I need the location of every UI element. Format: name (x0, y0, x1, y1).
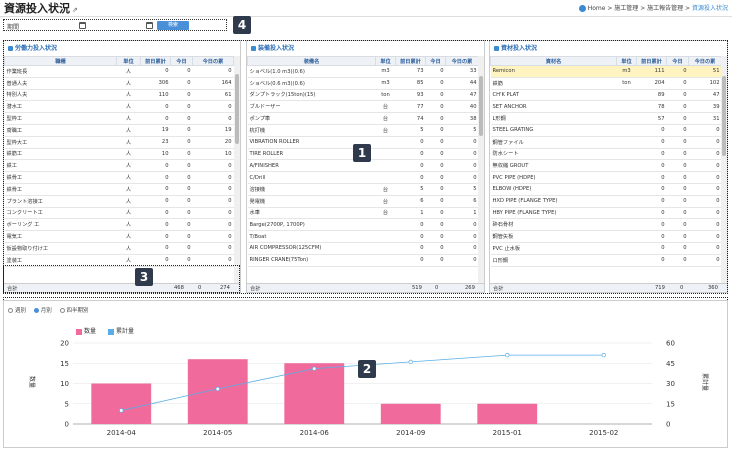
radio-quarterly[interactable]: 四半期別 (59, 306, 89, 314)
total-highlight (3, 265, 240, 293)
end-date-calendar-icon[interactable] (146, 22, 153, 29)
external-link-icon[interactable]: ⇗ (72, 6, 78, 14)
header-divider (0, 16, 732, 17)
radio-quarterly-label: 四半期別 (66, 308, 89, 314)
page-title: 資源投入状況 ⇗ (4, 0, 78, 16)
radio-dot[interactable] (59, 308, 65, 313)
breadcrumb-construction[interactable]: 施工管理 (614, 5, 638, 12)
tables-highlight (3, 40, 728, 294)
radio-weekly-label: 週別 (15, 308, 27, 314)
legend-cum[interactable]: 累計量 (116, 328, 134, 335)
badge-4: 4 (233, 16, 251, 34)
search-button[interactable]: 検索 (157, 21, 189, 30)
legend-swatch-qty (76, 328, 82, 335)
radio-dot[interactable] (33, 308, 39, 313)
breadcrumb-home[interactable]: Home (588, 5, 606, 12)
period-label: 期間 (7, 24, 20, 31)
period-filter: 期間 検索 (3, 19, 227, 31)
breadcrumb-report[interactable]: 施工報告管理 (647, 5, 683, 12)
chart-legend: 数量 累計量 (76, 326, 134, 335)
radio-weekly[interactable]: 週別 (8, 306, 26, 314)
start-date-calendar-icon[interactable] (79, 22, 86, 29)
breadcrumb: Home > 施工管理 > 施工報告管理 > 資源投入状況 (578, 3, 728, 12)
page-title-text: 資源投入状況 (4, 2, 70, 15)
legend-qty[interactable]: 数量 (84, 328, 96, 335)
radio-monthly[interactable]: 月別 (33, 306, 52, 314)
badge-3: 3 (135, 268, 153, 286)
legend-swatch-cum (107, 328, 114, 335)
radio-dot[interactable] (8, 308, 13, 313)
page-header: 資源投入状況 ⇗ Home > 施工管理 > 施工報告管理 > 資源投入状況 (0, 0, 732, 16)
period-selector: 週別 月別 四半期別 (8, 306, 95, 314)
home-icon[interactable] (578, 5, 586, 12)
breadcrumb-current: 資源投入状況 (691, 5, 728, 12)
badge-1: 1 (353, 144, 371, 162)
badge-2: 2 (358, 360, 376, 378)
radio-monthly-label: 月別 (40, 308, 52, 314)
